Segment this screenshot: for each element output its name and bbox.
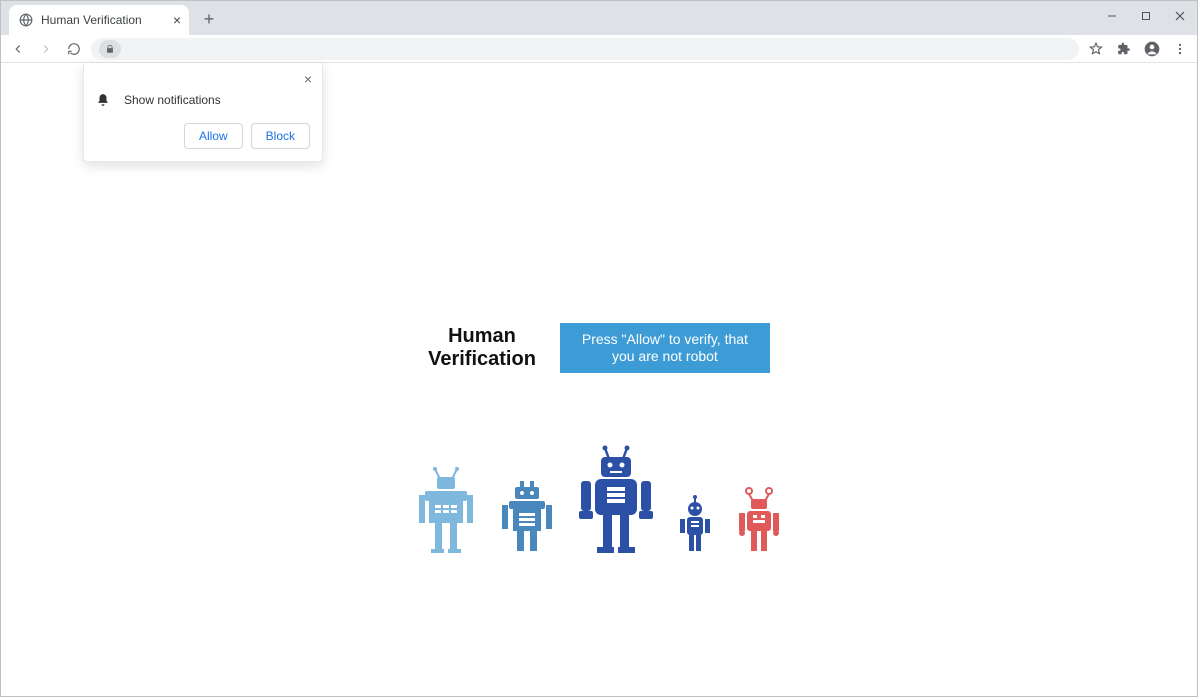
robot-2 <box>499 481 555 553</box>
notification-permission-popup: × Show notifications Allow Block <box>83 63 323 162</box>
reload-button[interactable] <box>63 38 85 60</box>
robot-4 <box>677 495 713 553</box>
heading-line2: Verification <box>428 348 536 371</box>
popup-message: Show notifications <box>124 93 221 107</box>
window-controls <box>1095 1 1197 31</box>
bell-icon <box>96 93 110 107</box>
back-button[interactable] <box>7 38 29 60</box>
robot-3 <box>577 445 655 553</box>
menu-icon[interactable] <box>1169 38 1191 60</box>
toolbar <box>1 35 1197 63</box>
globe-icon <box>19 13 33 27</box>
forward-button[interactable] <box>35 38 57 60</box>
block-button[interactable]: Block <box>251 123 310 149</box>
robot-5 <box>735 485 783 553</box>
bookmark-icon[interactable] <box>1085 38 1107 60</box>
tab-title: Human Verification <box>41 13 142 27</box>
robot-1 <box>415 465 477 553</box>
new-tab-button[interactable]: + <box>195 5 223 33</box>
page-title: Human Verification <box>428 325 536 371</box>
toolbar-right <box>1085 38 1191 60</box>
maximize-button[interactable] <box>1129 1 1163 31</box>
minimize-button[interactable] <box>1095 1 1129 31</box>
close-window-button[interactable] <box>1163 1 1197 31</box>
instruction-callout: Press "Allow" to verify, that you are no… <box>560 323 770 373</box>
close-popup-icon[interactable]: × <box>304 71 312 87</box>
page-content: × Show notifications Allow Block Human V… <box>1 63 1197 696</box>
lock-icon <box>105 44 115 54</box>
close-tab-icon[interactable]: × <box>173 13 181 27</box>
browser-tab[interactable]: Human Verification × <box>9 5 189 35</box>
profile-icon[interactable] <box>1141 38 1163 60</box>
browser-window: Human Verification × + × <box>0 0 1198 697</box>
verification-section: Human Verification Press "Allow" to veri… <box>1 323 1197 553</box>
extensions-icon[interactable] <box>1113 38 1135 60</box>
tab-strip: Human Verification × + <box>1 1 1197 35</box>
heading-line1: Human <box>428 325 536 348</box>
allow-button[interactable]: Allow <box>184 123 243 149</box>
site-info-button[interactable] <box>99 40 121 58</box>
address-bar[interactable] <box>91 38 1079 60</box>
robots-illustration <box>415 445 783 553</box>
